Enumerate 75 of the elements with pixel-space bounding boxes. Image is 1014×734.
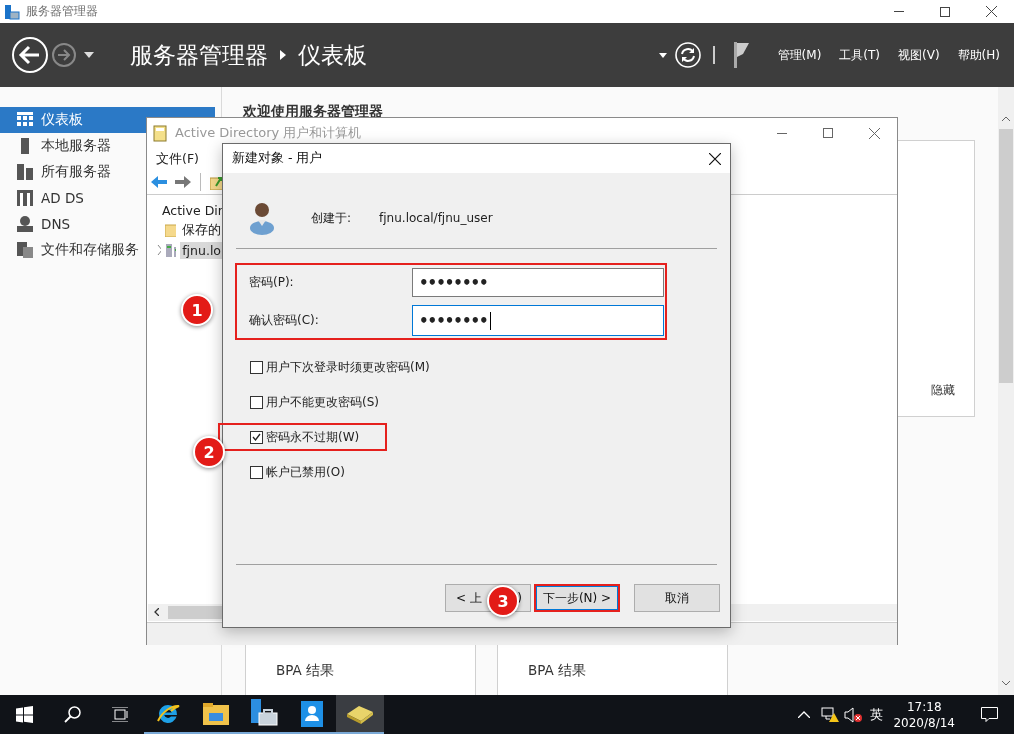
hide-link[interactable]: 隐藏 [931,382,955,399]
server-icon [17,164,33,180]
scroll-left-icon[interactable] [154,608,159,616]
taskbar-app[interactable] [336,695,384,734]
checkbox[interactable] [250,395,263,409]
breadcrumb-item[interactable]: 服务器管理器 [130,39,268,71]
clock[interactable]: 17:18 2020/8/14 [893,698,955,731]
maximize-icon[interactable] [823,128,833,138]
menu-item[interactable]: 视图(V) [898,46,940,64]
server-briefcase-icon [249,698,279,729]
domain-icon [165,242,177,258]
cancel-button[interactable]: 取消 [634,584,720,612]
menu-item[interactable]: 工具(T) [839,46,881,64]
start-icon[interactable] [15,706,33,723]
refresh-icon[interactable] [674,42,701,68]
checkbox-label[interactable]: 帐户已禁用(O) [266,463,345,481]
checkbox[interactable] [250,430,263,444]
book-icon [153,124,167,142]
forward-icon[interactable] [52,43,76,67]
tree-item[interactable]: fjnu.lo [180,241,223,259]
task-view-icon[interactable] [111,707,129,722]
menu-item[interactable]: 文件(F) [156,150,199,168]
speaker-muted-icon[interactable] [844,706,863,723]
network-server-icon [17,216,33,232]
dropdown-caret-icon[interactable] [658,52,667,58]
close-icon[interactable] [985,6,997,17]
minimize-icon[interactable] [777,132,787,134]
contact-book-icon [299,700,325,727]
field-label: 确认密码(C): [249,312,320,329]
server-icon [17,242,33,258]
checkbox[interactable] [250,360,263,374]
scroll-up-icon[interactable] [1002,116,1010,121]
folder-icon [203,702,229,725]
password-field[interactable]: •••••••• [412,305,664,336]
server-icon [17,190,33,206]
scroll-down-icon[interactable] [1002,681,1010,686]
grid-icon [17,112,33,128]
checkbox-label[interactable]: 用户下次登录时须更改密码(M) [266,358,430,376]
notification-icon[interactable] [981,707,998,722]
breadcrumb-item[interactable]: 仪表板 [298,39,367,71]
network-warning-icon[interactable] [821,706,840,723]
checkbox[interactable] [250,465,263,479]
password-field[interactable]: •••••••• [412,268,664,297]
user-icon [250,201,276,235]
tree-item[interactable]: Active Dir [160,201,225,219]
folder-icon [165,223,176,237]
checkbox-label[interactable]: 用户不能更改密码(S) [266,393,379,411]
close-icon[interactable] [709,152,721,165]
dropdown-caret-icon[interactable] [84,52,94,58]
app-icon [4,3,20,20]
tree-item[interactable]: 保存的 [180,220,223,240]
chevron-up-icon[interactable] [798,711,811,718]
maximize-icon[interactable] [940,6,950,17]
scroll-thumb[interactable] [999,129,1013,383]
checkbox-label[interactable]: 密码永不过期(W) [266,428,360,446]
flag-icon[interactable] [733,42,750,68]
dialog-title: 新建对象 - 用户 [232,150,323,167]
expand-chevron-icon[interactable] [156,245,162,255]
created-in-label: 创建于: [311,209,352,227]
tile-line[interactable]: BPA 结果 [528,662,727,680]
search-icon[interactable] [63,706,81,723]
directory-book-icon [345,703,375,724]
window-title: 服务器管理器 [26,3,98,20]
next-button[interactable]: 下一步(N) > [534,584,620,612]
breadcrumb-separator-icon [280,50,286,60]
menu-item[interactable]: 管理(M) [777,46,822,64]
scrollbar[interactable] [998,87,1014,695]
forward-arrow-icon[interactable] [174,175,191,189]
back-icon[interactable] [11,36,49,74]
created-in-path: fjnu.local/fjnu_user [379,211,493,225]
tile-line[interactable]: BPA 结果 [276,662,475,680]
input-method-indicator[interactable]: 英 [870,705,884,724]
menu-item[interactable]: 帮助(H) [957,46,1000,64]
field-label: 密码(P): [249,274,295,291]
back-arrow-icon[interactable] [151,175,168,189]
